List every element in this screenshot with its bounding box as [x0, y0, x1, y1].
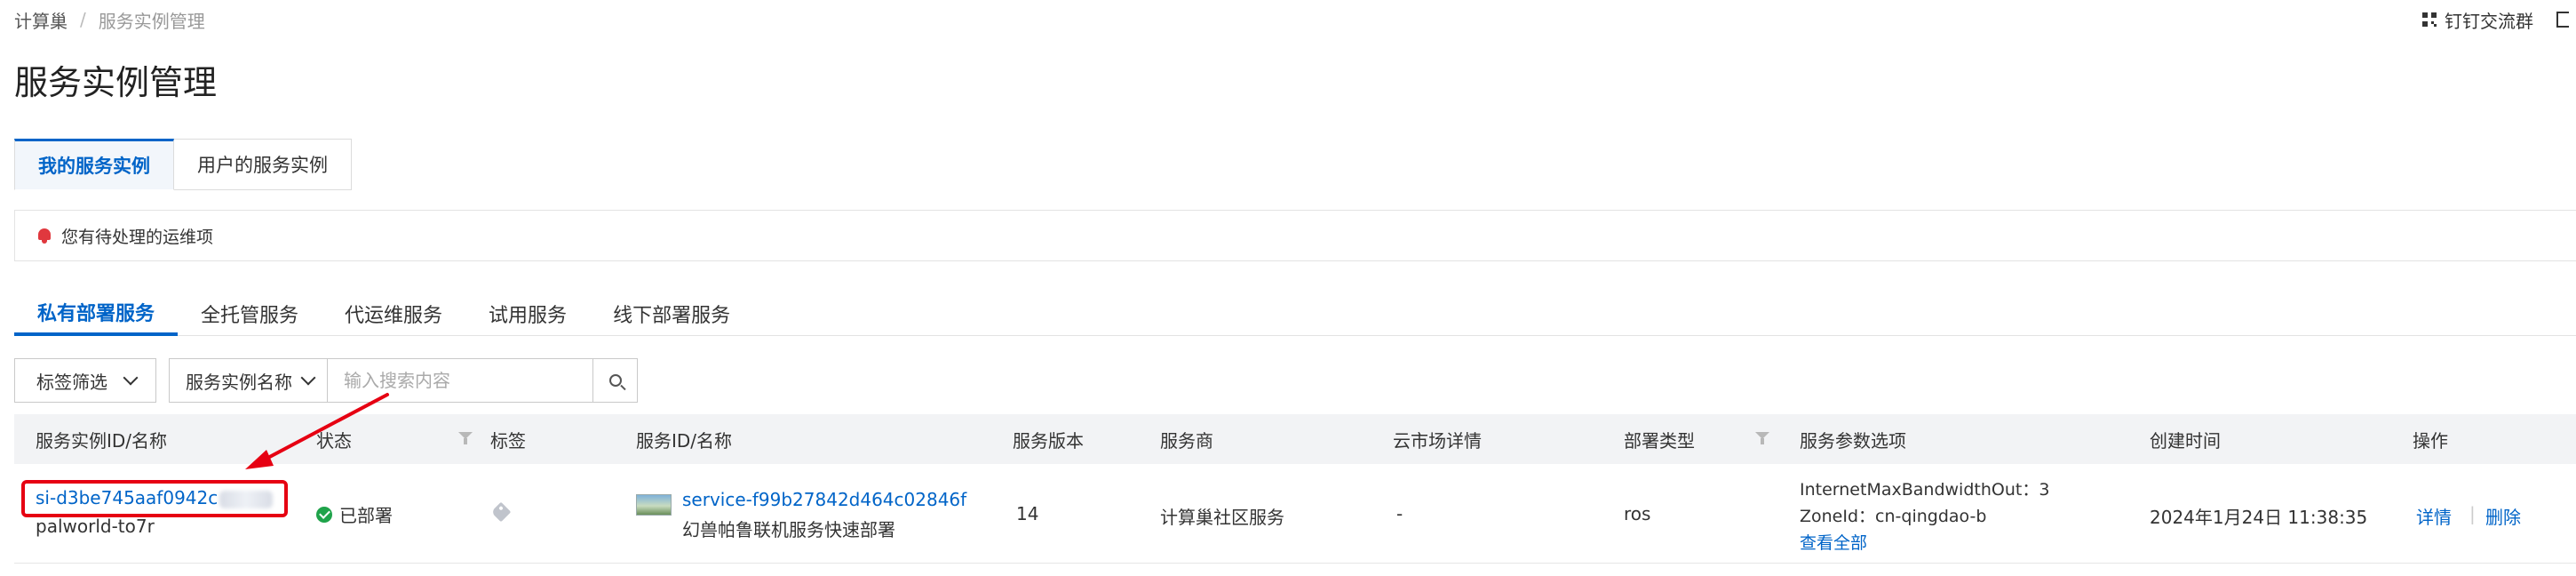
pending-ops-notice[interactable]: 您有待处理的运维项 — [14, 210, 2576, 261]
service-thumbnail-wrap — [636, 494, 672, 516]
instance-id[interactable]: si-d3be745aaf0942c — [36, 487, 218, 508]
dingtalk-group-link[interactable]: 钉钉交流群 — [2421, 7, 2533, 33]
search-icon — [608, 374, 622, 387]
check-circle-icon — [316, 506, 332, 523]
col-service-id: 服务ID/名称 — [636, 429, 733, 452]
search-field-label: 服务实例名称 — [186, 371, 292, 393]
deploy-type: ros — [1624, 503, 1651, 524]
tag-filter-dropdown[interactable]: 标签筛选 — [14, 358, 156, 403]
bell-icon — [36, 228, 52, 244]
col-provider: 服务商 — [1160, 429, 1213, 452]
col-market: 云市场详情 — [1393, 429, 1482, 452]
tab-offline-deploy[interactable]: 线下部署服务 — [590, 292, 753, 336]
service-type-tabs: 私有部署服务 全托管服务 代运维服务 试用服务 线下部署服务 — [14, 292, 2576, 336]
col-status: 状态 — [316, 429, 352, 452]
filter-icon[interactable] — [1755, 432, 1769, 444]
col-instance-id: 服务实例ID/名称 — [36, 429, 168, 452]
search-button[interactable] — [592, 359, 637, 402]
page-title: 服务实例管理 — [14, 63, 218, 102]
market-detail: - — [1396, 503, 1403, 524]
created-time: 2024年1月24日 11:38:35 — [2150, 507, 2368, 528]
service-thumbnail — [636, 494, 672, 516]
col-actions: 操作 — [2413, 429, 2448, 452]
search-input[interactable] — [328, 359, 592, 402]
tab-user-instances[interactable]: 用户的服务实例 — [174, 139, 352, 190]
search-group: 服务实例名称 — [169, 358, 638, 403]
param-bandwidth: InternetMaxBandwidthOut：3 — [1800, 480, 2050, 500]
tab-private-deploy[interactable]: 私有部署服务 — [14, 292, 179, 336]
status-badge: 已部署 — [316, 501, 393, 527]
view-all-params-link[interactable]: 查看全部 — [1800, 530, 1867, 554]
dingtalk-icon — [2422, 12, 2437, 27]
param-zone: ZoneId：cn-qingdao-b — [1800, 507, 1987, 526]
service-id-link[interactable]: service-f99b27842d464c02846f — [682, 489, 966, 510]
breadcrumb-current: 服务实例管理 — [98, 10, 205, 32]
table-header: 服务实例ID/名称 状态 标签 服务ID/名称 服务版本 服务商 云市场详情 部… — [14, 414, 2576, 464]
tab-my-instances[interactable]: 我的服务实例 — [14, 139, 174, 190]
tag-icon — [490, 501, 512, 523]
service-name: 幻兽帕鲁联机服务快速部署 — [682, 519, 895, 540]
chevron-down-icon — [123, 370, 139, 386]
col-tags: 标签 — [490, 429, 526, 452]
tag-filter-label: 标签筛选 — [36, 371, 107, 393]
notice-text: 您有待处理的运维项 — [61, 227, 214, 247]
instance-id-link[interactable]: si-d3be745aaf0942c — [36, 487, 274, 508]
breadcrumb-separator: / — [80, 9, 86, 30]
redacted-text — [219, 490, 274, 508]
search-field-select[interactable]: 服务实例名称 — [170, 359, 328, 402]
col-version: 服务版本 — [1013, 429, 1084, 452]
service-version: 14 — [1016, 503, 1039, 524]
more-menu-icon[interactable] — [2556, 12, 2569, 28]
tab-managed-ops[interactable]: 代运维服务 — [322, 292, 465, 336]
col-created: 创建时间 — [2150, 429, 2221, 452]
chevron-down-icon — [300, 370, 316, 386]
col-params: 服务参数选项 — [1800, 429, 1906, 452]
table-row: si-d3be745aaf0942c palworld-to7r 已部署 ser… — [14, 464, 2576, 564]
tab-fully-managed[interactable]: 全托管服务 — [178, 292, 322, 336]
col-deploy-type: 部署类型 — [1624, 429, 1695, 452]
instance-scope-tabs: 我的服务实例 用户的服务实例 — [14, 139, 352, 190]
status-text: 已部署 — [339, 505, 393, 526]
dingtalk-group-label: 钉钉交流群 — [2445, 10, 2533, 32]
breadcrumb: 计算巢 / 服务实例管理 — [14, 7, 205, 32]
action-divider: | — [2469, 503, 2476, 524]
tab-trial[interactable]: 试用服务 — [465, 292, 590, 336]
breadcrumb-root[interactable]: 计算巢 — [14, 7, 68, 33]
detail-link[interactable]: 详情 — [2416, 503, 2452, 529]
instance-name: palworld-to7r — [36, 516, 155, 537]
tag-cell[interactable] — [490, 501, 512, 523]
filter-icon[interactable] — [458, 432, 473, 444]
top-right-toolbar: 钉钉交流群 — [2421, 7, 2569, 32]
service-provider: 计算巢社区服务 — [1160, 507, 1284, 528]
delete-link[interactable]: 删除 — [2485, 503, 2521, 529]
